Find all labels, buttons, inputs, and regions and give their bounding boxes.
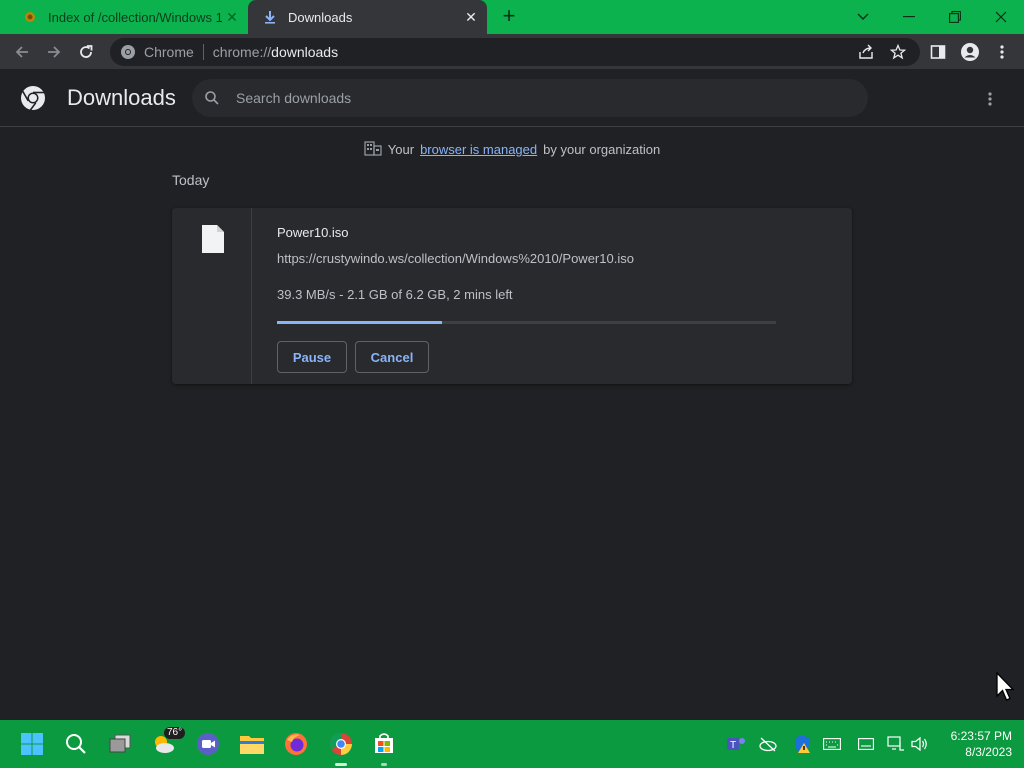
microsoft-store-icon[interactable]	[368, 728, 400, 766]
tab-title: Index of /collection/Windows 10	[48, 9, 222, 25]
file-icon	[202, 225, 224, 253]
meet-now-icon[interactable]	[192, 728, 224, 760]
managed-link[interactable]: browser is managed	[420, 142, 537, 157]
keyboard-icon[interactable]	[822, 734, 842, 754]
page-title: Downloads	[67, 85, 176, 110]
url-scheme: chrome://	[212, 44, 272, 60]
search-icon[interactable]	[60, 728, 92, 760]
search-input[interactable]	[236, 90, 836, 106]
chrome-taskbar-icon[interactable]	[325, 728, 357, 766]
search-icon	[204, 90, 220, 106]
clock-date: 8/3/2023	[965, 745, 1012, 759]
bookmark-star-icon[interactable]	[884, 38, 912, 66]
download-progress-bar	[277, 321, 776, 324]
back-button[interactable]	[8, 38, 36, 66]
close-tab-icon[interactable]: ✕	[461, 7, 481, 27]
forward-button[interactable]	[40, 38, 68, 66]
managed-prefix: Your	[387, 142, 415, 157]
network-icon[interactable]	[886, 734, 906, 754]
system-clock[interactable]: 6:23:57 PM 8/3/2023	[938, 728, 1012, 760]
search-box[interactable]	[192, 79, 868, 117]
mouse-cursor-icon	[996, 671, 1015, 707]
browser-toolbar: Chrome chrome:// downloads	[0, 34, 1024, 70]
share-icon[interactable]	[852, 38, 880, 66]
clock-time: 6:23:57 PM	[950, 729, 1012, 743]
address-bar[interactable]: Chrome chrome:// downloads	[110, 38, 920, 66]
minimize-button[interactable]	[886, 0, 932, 34]
omnibox-chip: Chrome	[144, 44, 194, 60]
reload-button[interactable]	[72, 38, 100, 66]
tab-downloads[interactable]: Downloads ✕	[248, 0, 487, 34]
download-icon	[262, 9, 278, 25]
managed-suffix: by your organization	[543, 142, 661, 157]
chrome-logo-icon	[20, 85, 46, 111]
download-progress-fill	[277, 321, 442, 324]
tab-strip: Index of /collection/Windows 10 ✕ Downlo…	[0, 0, 1024, 34]
svg-text:T: T	[730, 740, 736, 751]
cancel-button[interactable]: Cancel	[355, 341, 429, 373]
task-view-icon[interactable]	[104, 728, 136, 760]
download-status: 39.3 MB/s - 2.1 GB of 6.2 GB, 2 mins lef…	[277, 287, 513, 302]
profile-avatar-icon[interactable]	[956, 38, 984, 66]
download-item: Power10.iso https://crustywindo.ws/colle…	[172, 208, 852, 384]
download-filename[interactable]: Power10.iso	[277, 225, 349, 240]
close-tab-icon[interactable]: ✕	[222, 7, 242, 27]
volume-icon[interactable]	[910, 734, 930, 754]
restore-button[interactable]	[932, 0, 978, 34]
url-host: downloads	[271, 44, 339, 60]
omnibox-separator	[202, 44, 204, 60]
windows-taskbar: T 6:23:57 PM 8/3/2023	[0, 720, 1024, 768]
chrome-menu-icon[interactable]	[988, 38, 1016, 66]
close-window-button[interactable]	[978, 0, 1024, 34]
file-explorer-icon[interactable]	[236, 728, 268, 760]
web-page-icon	[22, 9, 38, 25]
more-actions-icon[interactable]	[978, 87, 1002, 111]
managed-notice: Your browser is managed by your organiza…	[0, 140, 1024, 159]
new-tab-button[interactable]: +	[498, 5, 520, 28]
defender-warning-icon[interactable]	[792, 734, 812, 754]
tab-title: Downloads	[288, 9, 353, 25]
chrome-logo-icon	[120, 44, 136, 60]
date-group-label: Today	[172, 172, 210, 188]
teams-icon[interactable]: T	[726, 734, 746, 754]
pause-button[interactable]: Pause	[277, 341, 347, 373]
tab-index-collection[interactable]: Index of /collection/Windows 10 ✕	[8, 0, 248, 34]
display-icon[interactable]	[856, 734, 876, 754]
onedrive-offline-icon[interactable]	[758, 734, 778, 754]
side-panel-icon[interactable]	[924, 38, 952, 66]
download-url[interactable]: https://crustywindo.ws/collection/Window…	[277, 251, 634, 266]
downloads-header: Downloads	[0, 71, 1024, 127]
building-icon	[364, 140, 382, 159]
file-icon-column	[172, 208, 252, 384]
tab-search-chevron-icon[interactable]	[840, 0, 886, 34]
firefox-icon[interactable]	[280, 728, 312, 760]
start-button[interactable]	[16, 728, 48, 760]
weather-temperature-badge: 76°	[164, 727, 186, 739]
